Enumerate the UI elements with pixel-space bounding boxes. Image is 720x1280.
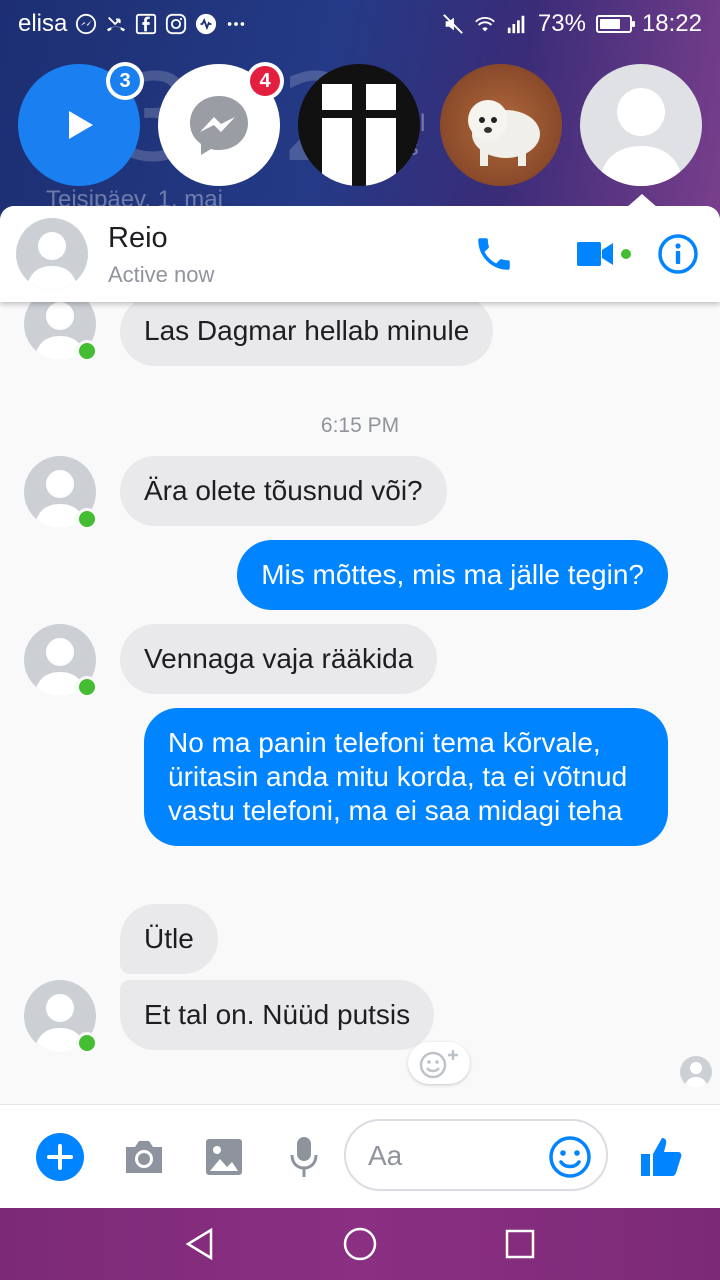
phone-icon [478,238,510,270]
carrier-name: elisa [18,10,68,37]
messenger-chat-head[interactable]: 4 [158,62,284,186]
online-indicator [76,340,98,362]
cross-logo-icon [322,84,396,186]
message-bubble-incoming[interactable]: Vennaga vaja rääkida [120,624,438,694]
add-reaction-button[interactable] [408,1042,470,1084]
message-bubble-incoming[interactable]: Las Dagmar hellab minule [120,296,494,366]
sender-avatar [24,624,98,698]
recents-square-icon [505,1229,535,1259]
sender-avatar [24,456,98,530]
more-actions-button[interactable] [36,1133,84,1181]
emoji-button[interactable] [548,1135,592,1179]
chat-panel: Reio Active now Las Dagmar hellab minule [0,206,720,1208]
default-avatar-chat-head[interactable] [580,64,702,186]
thumbs-up-icon [641,1138,682,1176]
contact-name[interactable]: Reio [108,222,168,255]
messenger-icon [190,96,248,155]
unread-badge: 3 [106,62,144,100]
clock: 18:22 [641,10,702,37]
play-icon [69,111,93,139]
system-navigation-bar [0,1208,720,1280]
play-chat-head[interactable]: 3 [18,62,144,186]
messenger-notification-icon [75,13,97,35]
image-icon [206,1139,242,1175]
camera-icon [126,1141,162,1173]
like-button[interactable] [638,1133,686,1181]
info-button[interactable] [654,230,702,278]
emoji-icon [549,1136,591,1178]
info-icon [658,234,698,274]
battery-percent: 73% [537,10,586,37]
video-call-button[interactable] [568,230,638,278]
status-bar: elisa 73% 18:22 [0,0,720,48]
sender-avatar [24,980,98,1054]
missed-call-icon [105,13,127,35]
dog-photo-icon [468,100,540,166]
message-input[interactable] [368,1137,538,1175]
message-bubble-outgoing[interactable]: No ma panin telefoni tema kõrvale, ürita… [144,708,668,846]
message-bubble-outgoing[interactable]: Mis mõttes, mis ma jälle tegin? [237,540,668,610]
instagram-icon [165,13,187,35]
dog-photo-chat-head[interactable] [440,64,562,186]
wifi-icon [474,13,496,35]
mute-icon [442,13,464,35]
microphone-icon [290,1137,318,1177]
message-list: Las Dagmar hellab minule 6:15 PM Ära ole… [0,288,720,1104]
message-bubble-incoming[interactable]: Et tal on. Nüüd putsis [120,980,435,1050]
video-camera-icon [577,242,613,266]
contact-avatar[interactable] [16,218,88,290]
cross-logo-chat-head[interactable] [298,64,420,186]
plus-icon [36,1133,84,1181]
person-silhouette-icon [598,88,684,186]
message-timestamp: 6:15 PM [320,414,400,437]
voice-message-button[interactable] [280,1133,328,1181]
back-triangle-icon [185,1227,213,1261]
audio-app-icon [195,13,217,35]
seen-indicator-avatar [680,1056,712,1088]
signal-icon [506,13,528,35]
back-button[interactable] [180,1224,220,1264]
voice-call-button[interactable] [470,230,518,278]
online-indicator [76,676,98,698]
unread-badge: 4 [246,62,284,100]
gallery-button[interactable] [200,1133,248,1181]
home-circle-icon [343,1227,377,1261]
online-indicator [76,1032,98,1054]
camera-button[interactable] [120,1133,168,1181]
recents-button[interactable] [500,1224,540,1264]
online-indicator [76,508,98,530]
battery-icon [595,15,635,33]
chat-header: Reio Active now [0,206,720,302]
more-notifications-icon [225,13,247,35]
message-bubble-incoming[interactable]: Ära olete tõusnud või? [120,456,447,526]
message-input-box[interactable] [344,1119,608,1191]
message-bubble-incoming[interactable]: Ütle [120,904,218,974]
add-reaction-icon [419,1050,458,1079]
facebook-icon [135,13,157,35]
home-button[interactable] [340,1224,380,1264]
message-composer [0,1104,720,1208]
video-online-indicator [621,249,631,259]
contact-status: Active now [108,262,215,287]
